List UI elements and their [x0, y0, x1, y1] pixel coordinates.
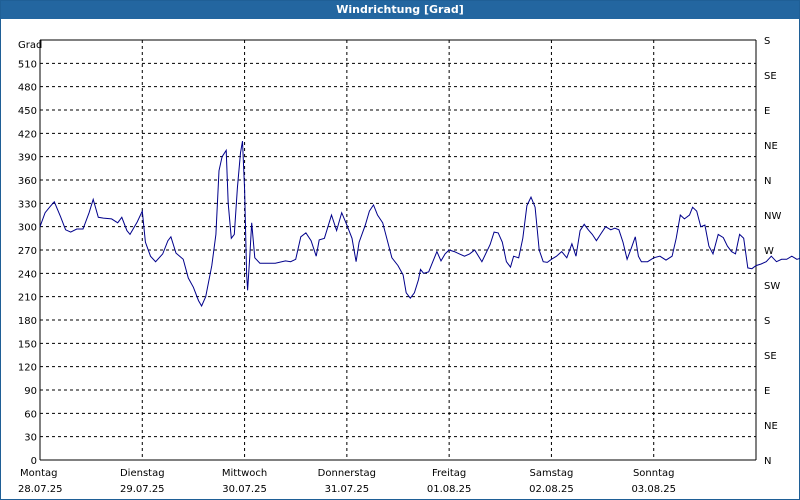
y-tick-label: 120: [18, 363, 37, 374]
y-tick-label: 270: [18, 246, 37, 257]
y-tick-label: 510: [18, 59, 37, 70]
y-tick-label: 90: [24, 386, 37, 397]
x-tick-day-label: Montag: [20, 468, 57, 479]
y-tick-label: 180: [18, 316, 37, 327]
y2-tick-label: N: [764, 176, 771, 187]
y2-tick-label: NE: [764, 421, 778, 432]
y2-tick-label: S: [764, 36, 770, 47]
y-tick-label: 360: [18, 176, 37, 187]
y-tick-label: 240: [18, 269, 37, 280]
x-tick-day-label: Samstag: [530, 468, 574, 479]
y-axis-label: Grad: [18, 40, 42, 51]
y2-tick-label: W: [764, 246, 774, 257]
y-tick-label: 390: [18, 153, 37, 164]
y2-tick-label: SE: [764, 71, 777, 82]
y-tick-label: 30: [24, 433, 37, 444]
y2-tick-label: E: [764, 106, 770, 117]
y2-tick-label: E: [764, 386, 770, 397]
y2-tick-label: S: [764, 316, 770, 327]
chart-svg: 0 30 60 90 120 150 180 210 240 270 300 330 360 390 420…: [18, 36, 800, 495]
y-tick-label: 300: [18, 223, 37, 234]
x-tick-day-label: Mittwoch: [222, 468, 267, 479]
axis-labels: 0 30 60 90 120 150 180 210 240 270 300 330 360 390 420…: [18, 36, 782, 495]
y-tick-label: 210: [18, 293, 37, 304]
series-line-wind-direction: [39, 141, 800, 308]
grid-lines: [39, 39, 757, 461]
y2-tick-label: SE: [764, 351, 777, 362]
y2-tick-label: SW: [764, 281, 780, 292]
x-tick-day-label: Sonntag: [633, 468, 675, 479]
x-tick-date-label: 29.07.25: [120, 484, 165, 495]
x-tick-day-label: Donnerstag: [318, 468, 376, 479]
y-tick-label: 60: [24, 409, 37, 420]
y-tick-label: 450: [18, 106, 37, 117]
x-tick-day-label: Dienstag: [120, 468, 165, 479]
y2-tick-label: NW: [764, 211, 781, 222]
y-tick-label: 330: [18, 199, 37, 210]
y-tick-label: 0: [31, 456, 37, 467]
y-tick-label: 150: [18, 339, 37, 350]
y2-tick-label: N: [764, 456, 771, 467]
x-tick-date-label: 02.08.25: [529, 484, 574, 495]
y-tick-label: 420: [18, 129, 37, 140]
x-tick-date-label: 01.08.25: [427, 484, 472, 495]
x-tick-day-label: Freitag: [432, 468, 466, 479]
x-tick-date-label: 28.07.25: [18, 484, 63, 495]
y2-tick-label: NE: [764, 141, 778, 152]
x-tick-date-label: 31.07.25: [325, 484, 370, 495]
y-tick-label: 480: [18, 83, 37, 94]
x-tick-date-label: 30.07.25: [222, 484, 267, 495]
x-tick-date-label: 03.08.25: [631, 484, 676, 495]
